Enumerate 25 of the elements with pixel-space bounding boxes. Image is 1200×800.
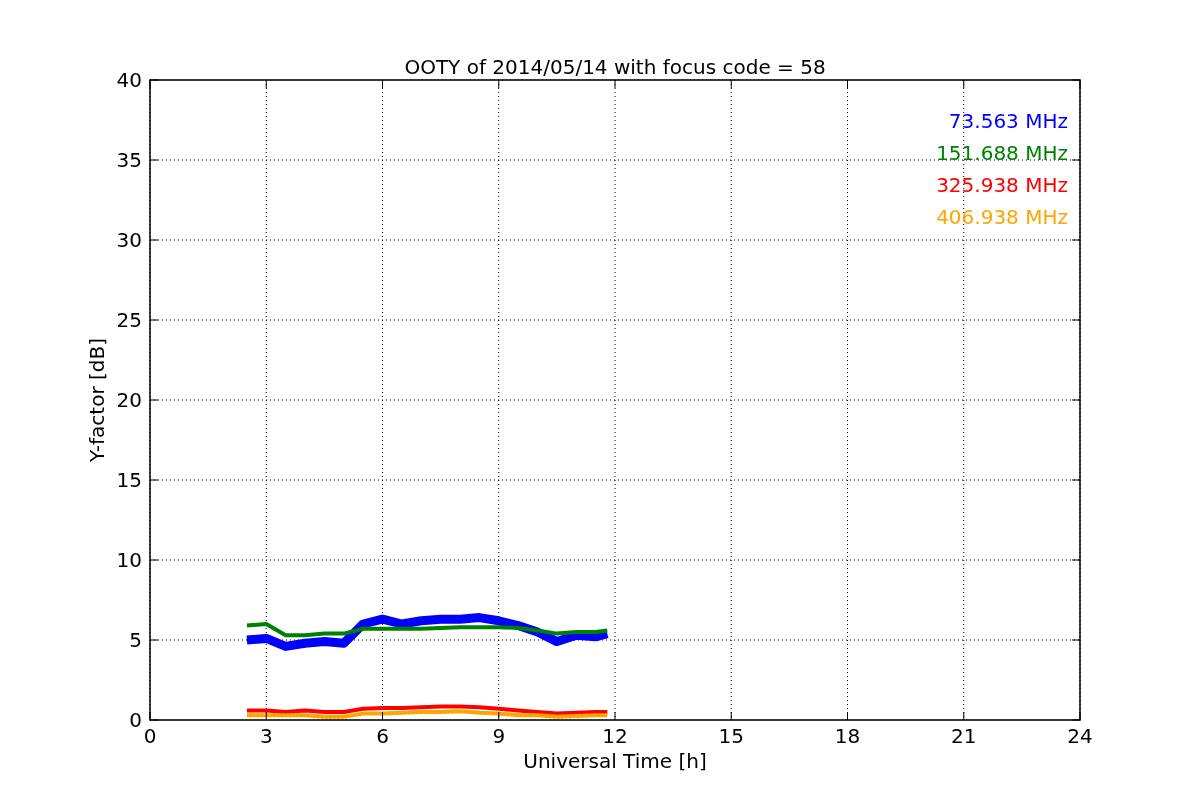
y-tick-label: 35 <box>116 148 142 172</box>
x-tick-label: 21 <box>951 724 977 748</box>
x-axis-label: Universal Time [h] <box>523 749 707 773</box>
y-tick-label: 20 <box>116 388 142 412</box>
y-tick-label: 0 <box>129 708 142 732</box>
x-tick-label: 12 <box>602 724 628 748</box>
legend-label: 406.938 MHz <box>936 205 1068 229</box>
x-tick-label: 9 <box>492 724 506 748</box>
y-axis-label: Y-factor [dB] <box>85 338 109 462</box>
y-tick-label: 10 <box>116 548 142 572</box>
legend-label: 73.563 MHz <box>948 109 1068 133</box>
legend-label: 325.938 MHz <box>936 173 1068 197</box>
y-tick-label: 30 <box>116 228 142 252</box>
y-tick-label: 25 <box>116 308 142 332</box>
legend-label: 151.688 MHz <box>936 141 1068 165</box>
chart-title: OOTY of 2014/05/14 with focus code = 58 <box>404 55 826 79</box>
y-tick-label: 40 <box>116 68 142 92</box>
x-tick-label: 6 <box>376 724 389 748</box>
x-tick-label: 18 <box>834 724 861 748</box>
x-tick-label: 15 <box>718 724 744 748</box>
x-tick-label: 0 <box>143 724 157 748</box>
y-tick-label: 15 <box>116 468 142 492</box>
y-tick-label: 5 <box>129 628 142 652</box>
x-tick-label: 24 <box>1067 724 1093 748</box>
x-tick-label: 3 <box>259 724 273 748</box>
